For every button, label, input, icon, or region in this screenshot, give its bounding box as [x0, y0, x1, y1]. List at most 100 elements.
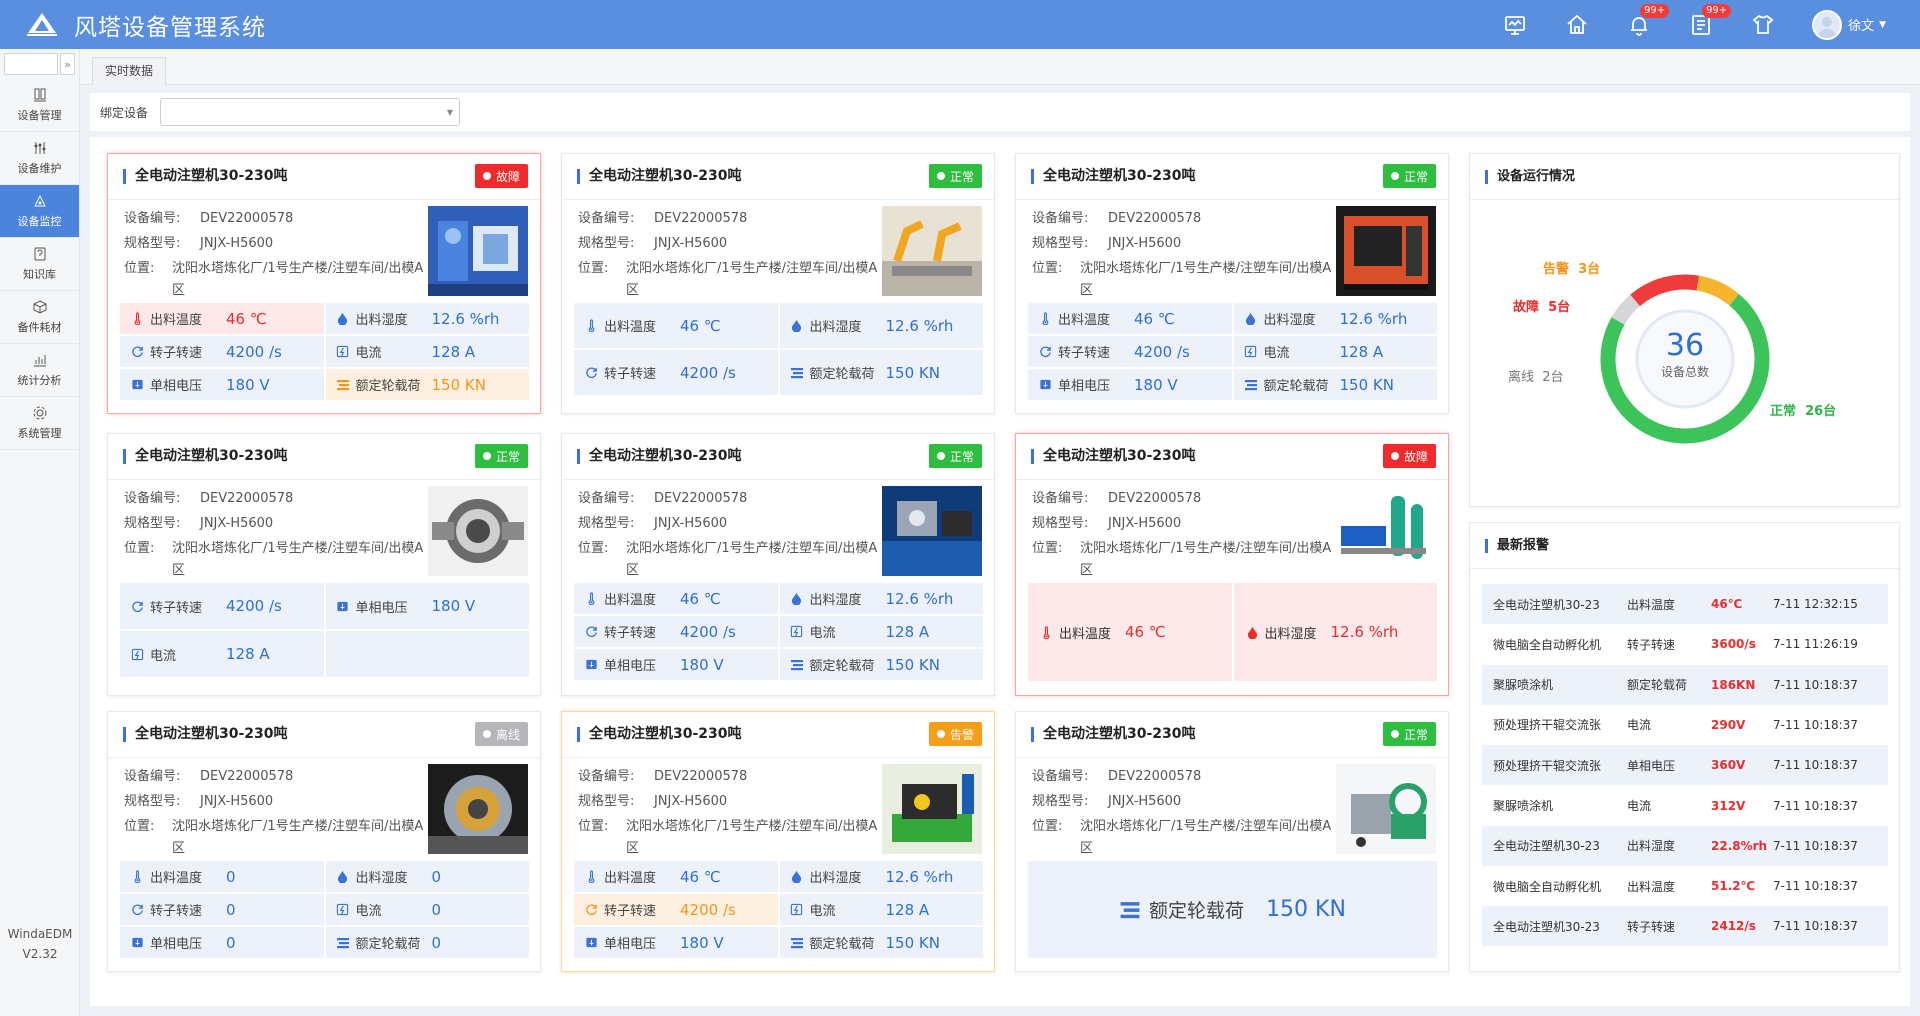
alarm-param: 转子转速 [1627, 637, 1676, 652]
metric-cell: 转子转速 4200 /s [574, 616, 778, 647]
device-id-label: 设备编号: [578, 211, 635, 226]
metric-cell: 转子转速 4200 /s [120, 583, 324, 629]
device-model: JNJX-H5600 [1108, 794, 1182, 809]
device-card[interactable]: 全电动注塑机30-230吨 告警 设备编号: DEV22000578 规格型号: J… [561, 711, 995, 972]
sidebar-item-system-management[interactable]: 系统管理 [0, 397, 79, 450]
alarm-device: 全电动注塑机30-23 [1493, 919, 1600, 934]
alarm-row[interactable]: 全电动注塑机30-23 出料湿度 22.8%rh 7-11 10:18:37 [1482, 825, 1888, 866]
metric-label: 出料湿度 [809, 593, 862, 608]
alarm-time: 7-11 10:18:37 [1773, 677, 1858, 692]
sidebar-search-input[interactable] [4, 53, 58, 75]
status-normal-badge: 正常 [1382, 722, 1436, 746]
notification-badge: 99+ [1640, 3, 1670, 18]
alarm-row[interactable]: 预处理挤干辊交流张 单相电压 360V 7-11 10:18:37 [1482, 745, 1888, 786]
current-icon [130, 647, 144, 661]
device-id: DEV22000578 [1108, 211, 1202, 226]
device-card[interactable]: 全电动注塑机30-230吨 正常 设备编号: DEV22000578 规格型号: J… [1015, 711, 1449, 972]
thermometer-icon [130, 312, 144, 326]
water-drop-icon [336, 870, 350, 884]
sidebar-item-label: 系统管理 [17, 427, 62, 440]
sidebar-item-device-management[interactable]: 设备管理 [0, 79, 79, 132]
monitor-icon[interactable] [1502, 12, 1528, 38]
sidebar-item-statistics[interactable]: 统计分析 [0, 344, 79, 397]
metric-label: 额定轮载荷 [355, 937, 421, 952]
tab-realtime-data[interactable]: 实时数据 [92, 57, 167, 85]
help-icon [34, 247, 45, 261]
device-model: JNJX-H5600 [200, 516, 274, 531]
sidebar-item-knowledge-base[interactable]: 知识库 [0, 238, 79, 291]
metric-cell: 额定轮载荷 150 KN [779, 649, 983, 680]
alarm-row[interactable]: 聚脲喷涂机 额定轮载荷 186KN 7-11 10:18:37 [1482, 664, 1888, 705]
device-id: DEV22000578 [200, 491, 294, 506]
home-icon[interactable] [1564, 12, 1590, 38]
metric-value: 128 A [885, 900, 930, 919]
alarm-row[interactable]: 全电动注塑机30-23 出料温度 46℃ 7-11 12:32:15 [1482, 584, 1888, 624]
alarm-row[interactable]: 微电脑全自动孵化机 出料温度 51.2℃ 7-11 10:18:37 [1482, 866, 1888, 906]
device-select[interactable]: ▼ [160, 98, 461, 126]
alarm-row[interactable]: 预处理挤干辊交流张 电流 290V 7-11 10:18:37 [1482, 705, 1888, 745]
alarm-value: 3600/s [1711, 637, 1756, 652]
device-card[interactable]: 全电动注塑机30-230吨 正常 设备编号: DEV22000578 规格型号: J… [561, 433, 995, 696]
current-icon [1244, 345, 1258, 359]
legend-fault: 故障 5台 [1513, 300, 1571, 315]
device-card[interactable]: 全电动注塑机30-230吨 正常 设备编号: DEV22000578 规格型号: J… [107, 433, 541, 696]
alarm-time: 7-11 10:18:37 [1773, 879, 1858, 894]
metric-value: 4200 /s [680, 900, 736, 919]
metric-cell: 额定轮载荷 150 KN [1028, 861, 1437, 958]
chevron-down-icon: ▼ [446, 108, 454, 117]
device-location: 沈阳水塔炼化厂/1号生产楼/注塑车间/出模A区 [172, 261, 424, 298]
alarm-row[interactable]: 微电脑全自动孵化机 转子转速 3600/s 7-11 11:26:19 [1482, 624, 1888, 664]
status-normal-badge: 正常 [928, 164, 982, 188]
metric-label: 出料温度 [1058, 313, 1111, 328]
device-location-label: 位置: [578, 261, 609, 276]
device-card[interactable]: 全电动注塑机30-230吨 正常 设备编号: DEV22000578 规格型号: J… [1015, 153, 1449, 414]
legend-warn: 告警 3台 [1543, 262, 1601, 277]
chevron-down-icon: ▼ [1879, 19, 1886, 30]
alarm-device: 聚脲喷涂机 [1493, 678, 1554, 693]
task-list-icon[interactable]: 99+ [1688, 3, 1732, 38]
alarm-row[interactable]: 聚脲喷涂机 电流 312V 7-11 10:18:37 [1482, 786, 1888, 826]
version-number: V2.32 [22, 947, 58, 961]
metric-value: 180 V [680, 655, 724, 674]
device-card[interactable]: 全电动注塑机30-230吨 故障 设备编号: DEV22000578 规格型号: J… [1015, 433, 1449, 696]
sidebar-item-device-monitoring[interactable]: 设备监控 [0, 185, 79, 238]
metric-label: 出料温度 [604, 871, 657, 886]
voltage-icon [584, 936, 598, 950]
metric-cell: 单相电压 180 V [1028, 369, 1232, 400]
device-model-label: 规格型号: [124, 794, 181, 809]
metric-cell: 单相电压 180 V [574, 649, 778, 680]
alarm-param: 电流 [1627, 799, 1652, 813]
device-model: JNJX-H5600 [200, 236, 274, 251]
device-model: JNJX-H5600 [654, 516, 728, 531]
metric-label: 出料温度 [150, 871, 203, 886]
avatar [1812, 9, 1843, 40]
bell-icon[interactable]: 99+ [1626, 3, 1670, 38]
alarm-row[interactable]: 全电动注塑机30-23 转子转速 2412/s 7-11 10:18:37 [1482, 906, 1888, 947]
metric-value: 150 KN [885, 363, 940, 382]
metric-label: 出料湿度 [1263, 313, 1316, 328]
device-card[interactable]: 全电动注塑机30-230吨 离线 设备编号: DEV22000578 规格型号: J… [107, 711, 541, 972]
alarm-param: 电流 [1627, 718, 1652, 733]
thermometer-icon [130, 870, 144, 884]
metric-cell: 额定轮载荷 150 KN [325, 369, 529, 400]
sidebar-item-spare-parts[interactable]: 备件耗材 [0, 291, 79, 344]
alarm-value: 2412/s [1711, 919, 1756, 934]
current-icon [790, 903, 804, 917]
metric-value: 46 ℃ [680, 867, 721, 886]
user-menu[interactable]: 徐文 ▼ [1812, 9, 1886, 40]
device-card[interactable]: 全电动注塑机30-230吨 故障 设备编号: DEV22000578 规格型号: J… [107, 153, 541, 414]
sidebar-item-device-maintenance[interactable]: 设备维护 [0, 132, 79, 185]
device-id-label: 设备编号: [1032, 211, 1089, 226]
device-location-label: 位置: [1032, 261, 1063, 276]
shirt-icon[interactable] [1750, 12, 1776, 38]
device-card[interactable]: 全电动注塑机30-230吨 正常 设备编号: DEV22000578 规格型号: J… [561, 153, 995, 414]
panel-title: 设备运行情况 [1485, 169, 1575, 184]
metric-cell: 出料温度 46 ℃ [1028, 583, 1234, 681]
current-icon [336, 345, 350, 359]
metric-value: 4200 /s [226, 342, 282, 361]
device-id-label: 设备编号: [124, 211, 181, 226]
collapse-toggle-icon[interactable]: » [60, 53, 75, 75]
thermometer-icon [1040, 625, 1053, 639]
device-location-label: 位置: [1032, 819, 1063, 834]
metric-label: 出料湿度 [809, 320, 862, 335]
